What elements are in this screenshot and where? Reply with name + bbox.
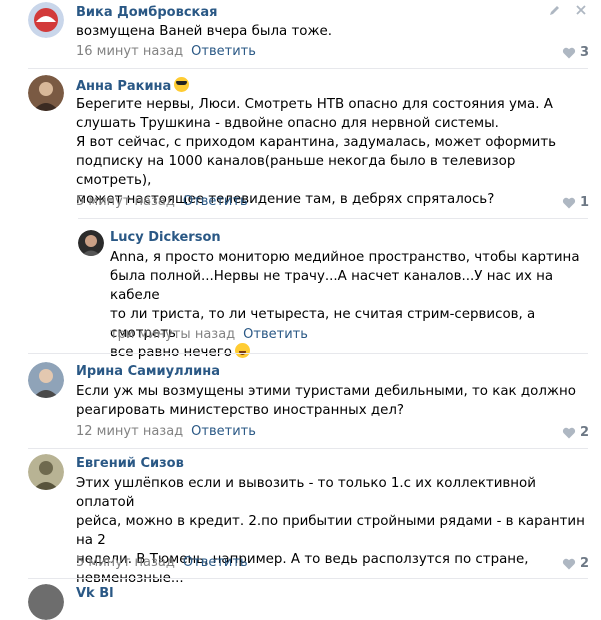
avatar[interactable] xyxy=(28,584,64,620)
comment-line: подписку на 1000 каналов(раньше некогда … xyxy=(76,154,516,188)
avatar[interactable] xyxy=(28,75,64,111)
comment-time[interactable]: 5 минут назад xyxy=(76,555,175,570)
comment-time[interactable]: три минуты назад xyxy=(110,327,235,342)
comment-time[interactable]: 5 минут назад xyxy=(76,194,175,209)
comment-meta: 5 минут назад Ответить xyxy=(76,555,248,570)
comment-line: слушать Трушкина - вдвойне опасно для не… xyxy=(76,116,499,131)
comment-author[interactable]: Анна Ракина xyxy=(76,77,190,94)
separator xyxy=(28,68,588,69)
reply-link[interactable]: Ответить xyxy=(243,327,308,342)
heart-icon xyxy=(562,427,576,438)
like-button[interactable]: 1 xyxy=(562,195,589,210)
like-count: 1 xyxy=(579,195,589,210)
comment-line: возмущена Ваней вчера была тоже. xyxy=(76,24,333,39)
close-icon[interactable] xyxy=(575,4,587,16)
like-button[interactable]: 3 xyxy=(562,45,589,60)
like-button[interactable]: 2 xyxy=(562,556,589,571)
comment-line: Берегите нервы, Люси. Смотреть НТВ опасн… xyxy=(76,97,553,112)
comment-meta: три минуты назад Ответить xyxy=(110,327,308,342)
sunglasses-emoji xyxy=(174,77,190,92)
heart-icon xyxy=(562,558,576,569)
like-count: 3 xyxy=(579,45,589,60)
separator xyxy=(28,448,588,449)
reply-link[interactable]: Ответить xyxy=(183,194,248,209)
comment-text: Берегите нервы, Люси. Смотреть НТВ опасн… xyxy=(76,95,586,209)
comment-author[interactable]: Евгений Сизов xyxy=(76,456,184,471)
comment-line: была полной...Нервы не трачу...А насчет … xyxy=(110,269,554,303)
comment-line: рейса, можно в кредит. 2.по прибытии стр… xyxy=(76,514,585,548)
comment-author[interactable]: Вика Домбровская xyxy=(76,5,217,20)
comment-author[interactable]: Vk Bl xyxy=(76,586,114,601)
reply-link[interactable]: Ответить xyxy=(191,424,256,439)
like-button[interactable]: 2 xyxy=(562,425,589,440)
comment-line: Я вот сейчас, с приходом карантина, заду… xyxy=(76,135,557,150)
reply-link[interactable]: Ответить xyxy=(191,44,256,59)
author-name[interactable]: Анна Ракина xyxy=(76,79,171,94)
heart-icon xyxy=(562,47,576,58)
avatar[interactable] xyxy=(78,230,104,256)
comment-meta: 12 минут назад Ответить xyxy=(76,424,256,439)
comment-line: Если уж мы возмущены этими туристами деб… xyxy=(76,384,576,399)
comment-line: реагировать министерство иностранных дел… xyxy=(76,403,405,418)
heart-icon xyxy=(562,197,576,208)
separator xyxy=(28,578,588,579)
comment-line: Этих ушлёпков если и вывозить - то тольк… xyxy=(76,476,536,510)
laughing-emoji xyxy=(234,343,250,358)
avatar[interactable] xyxy=(28,2,64,38)
comment-author[interactable]: Ирина Самиуллина xyxy=(76,364,220,379)
like-count: 2 xyxy=(579,556,589,571)
comment-text: Этих ушлёпков если и вывозить - то тольк… xyxy=(76,474,586,588)
avatar[interactable] xyxy=(28,454,64,490)
comment-meta: 16 минут назад Ответить xyxy=(76,44,256,59)
pencil-icon[interactable] xyxy=(549,4,561,16)
comment-author[interactable]: Lucy Dickerson xyxy=(110,230,221,245)
reply-link[interactable]: Ответить xyxy=(183,555,248,570)
separator xyxy=(78,218,588,219)
comment-line: Anna, я просто мониторю медийное простра… xyxy=(110,250,580,265)
comment-time[interactable]: 16 минут назад xyxy=(76,44,183,59)
separator xyxy=(28,353,588,354)
comment-text: Если уж мы возмущены этими туристами деб… xyxy=(76,382,586,420)
comment-meta: 5 минут назад Ответить xyxy=(76,194,248,209)
comment-time[interactable]: 12 минут назад xyxy=(76,424,183,439)
like-count: 2 xyxy=(579,425,589,440)
avatar[interactable] xyxy=(28,362,64,398)
comment-text: Anna, я просто мониторю медийное простра… xyxy=(110,248,590,362)
comment-actions xyxy=(549,4,587,16)
comment-text: возмущена Ваней вчера была тоже. xyxy=(76,22,586,41)
